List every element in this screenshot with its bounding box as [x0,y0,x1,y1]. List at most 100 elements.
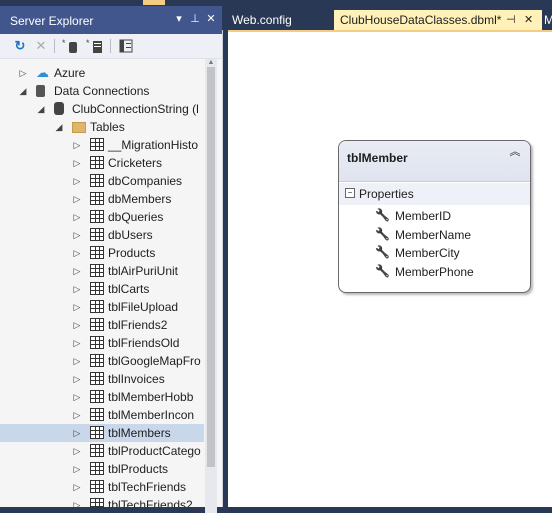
tree-item[interactable]: ▷ tblTechFriends [0,478,204,496]
expand-node-icon[interactable]: ▷ [72,500,82,507]
tree-item-label: dbCompanies [108,174,183,188]
expand-node-icon[interactable]: ▷ [18,68,28,78]
expand-node-icon[interactable]: ▷ [72,176,82,186]
section-collapse-icon[interactable]: − [345,188,355,198]
table-icon [90,282,104,295]
tab-overflow[interactable]: M [544,10,552,30]
tree-item[interactable]: ▷ dbMembers [0,190,204,208]
wrench-icon: 🔧 [375,208,390,222]
wrench-icon: 🔧 [375,226,390,241]
table-icon [90,246,104,259]
table-icon [90,480,104,493]
expand-node-icon[interactable]: ▷ [72,284,82,294]
table-icon [90,462,104,475]
tree-item[interactable]: ▷ __MigrationHisto [0,136,204,154]
stop-icon[interactable]: ✕ [34,38,48,54]
properties-section-label: Properties [359,187,414,201]
wrench-icon: 🔧 [375,245,390,259]
entity-property[interactable]: 🔧 MemberName [339,226,530,244]
pin-tab-icon[interactable]: ⊣ [506,10,516,30]
tree-item-label: tblCarts [108,282,150,296]
close-tab-icon[interactable]: ✕ [524,10,533,30]
expand-node-icon[interactable]: ▷ [72,374,82,384]
tree-item[interactable]: ◢ ClubConnectionString (l [0,100,204,118]
expand-node-icon[interactable]: ▷ [72,194,82,204]
expand-node-icon[interactable]: ▷ [72,266,82,276]
entity-header[interactable]: tblMember ︽ [339,141,530,182]
tree-item[interactable]: ▷ dbUsers [0,226,204,244]
expand-node-icon[interactable]: ▷ [72,356,82,366]
table-icon [90,426,104,439]
table-icon [90,156,104,169]
tree-item[interactable]: ▷ tblMemberIncon [0,406,204,424]
tree-item[interactable]: ▷ dbQueries [0,208,204,226]
entity-property[interactable]: 🔧 MemberPhone [339,263,530,281]
tree-item[interactable]: ▷ tblFileUpload [0,298,204,316]
expand-node-icon[interactable]: ▷ [72,230,82,240]
expand-node-icon[interactable]: ▷ [72,248,82,258]
entity-property[interactable]: 🔧 MemberCity [339,244,530,262]
tree-item[interactable]: ▷ ☁ Azure [0,64,204,82]
tree-item[interactable]: ▷ Products [0,244,204,262]
document-tab-bar: Web.config ClubHouseDataClasses.dbml* ⊣ … [222,6,552,30]
expand-node-icon[interactable]: ▷ [72,428,82,438]
expand-node-icon[interactable]: ▷ [72,338,82,348]
collapse-icon[interactable]: ︽ [507,145,523,159]
tree-item[interactable]: ▷ tblInvoices [0,370,204,388]
collapse-node-icon[interactable]: ◢ [36,104,46,114]
tree-item[interactable]: ▷ tblTechFriends2 [0,496,204,507]
tree-item[interactable]: ▷ tblCarts [0,280,204,298]
tree-item[interactable]: ▷ dbCompanies [0,172,204,190]
property-name: MemberID [395,209,452,223]
wrench-icon: 🔧 [375,263,390,278]
expand-node-icon[interactable]: ▷ [72,212,82,222]
properties-section-header[interactable]: − Properties [339,183,530,205]
tree-item[interactable]: ▷ tblGoogleMapFro [0,352,204,370]
refresh-icon[interactable]: ↻ [12,38,28,54]
expand-node-icon[interactable]: ▷ [72,140,82,150]
collapse-node-icon[interactable]: ◢ [54,122,64,132]
svg-text:*: * [86,38,90,48]
tree-item[interactable]: ▷ tblProductCatego [0,442,204,460]
database-icon [54,102,64,115]
expand-node-icon[interactable]: ▷ [72,482,82,492]
properties-icon[interactable] [118,38,134,54]
entity-tblmember[interactable]: tblMember ︽ − Properties 🔧 MemberID 🔧 Membe… [338,140,531,293]
connect-to-server-icon[interactable]: * [86,38,104,54]
window-position-dropdown-icon[interactable]: ▾ [172,12,186,26]
tree-item-label: tblFriendsOld [108,336,180,350]
tab-web-config[interactable]: Web.config [232,10,324,30]
tree-item[interactable]: ▷ tblMembers [0,424,204,442]
expand-node-icon[interactable]: ▷ [72,464,82,474]
table-icon [90,408,104,421]
tree-item[interactable]: ◢ Data Connections [0,82,204,100]
auto-hide-pin-icon[interactable]: ⊥ [188,12,202,26]
table-icon [90,390,104,403]
tree-item[interactable]: ▷ tblMemberHobb [0,388,204,406]
expand-node-icon[interactable]: ▷ [72,302,82,312]
scroll-up-icon[interactable]: ▲ [207,59,215,67]
server-explorer-title: Server Explorer [10,14,94,28]
tree-item[interactable]: ▷ Cricketers [0,154,204,172]
expand-node-icon[interactable]: ▷ [72,158,82,168]
tree-vertical-scrollbar[interactable]: ▲ [205,59,217,513]
table-icon [90,372,104,385]
table-icon [90,228,104,241]
data-connections-icon [36,85,45,97]
expand-node-icon[interactable]: ▷ [72,446,82,456]
tree-item[interactable]: ◢ Tables [0,118,204,136]
expand-node-icon[interactable]: ▷ [72,320,82,330]
scrollbar-thumb[interactable] [207,67,215,467]
expand-node-icon[interactable]: ▷ [72,410,82,420]
tree-item[interactable]: ▷ tblFriends2 [0,316,204,334]
connect-to-database-icon[interactable]: * [62,38,80,54]
close-panel-icon[interactable]: ✕ [204,12,218,26]
expand-node-icon[interactable]: ▷ [72,392,82,402]
tab-clubhouse-dbml[interactable]: ClubHouseDataClasses.dbml* ⊣ ✕ [334,10,542,30]
ide-top-highlight [143,0,165,5]
tree-item[interactable]: ▷ tblProducts [0,460,204,478]
collapse-node-icon[interactable]: ◢ [18,86,28,96]
tree-item[interactable]: ▷ tblAirPuriUnit [0,262,204,280]
tree-item[interactable]: ▷ tblFriendsOld [0,334,204,352]
entity-property[interactable]: 🔧 MemberID [339,207,530,225]
